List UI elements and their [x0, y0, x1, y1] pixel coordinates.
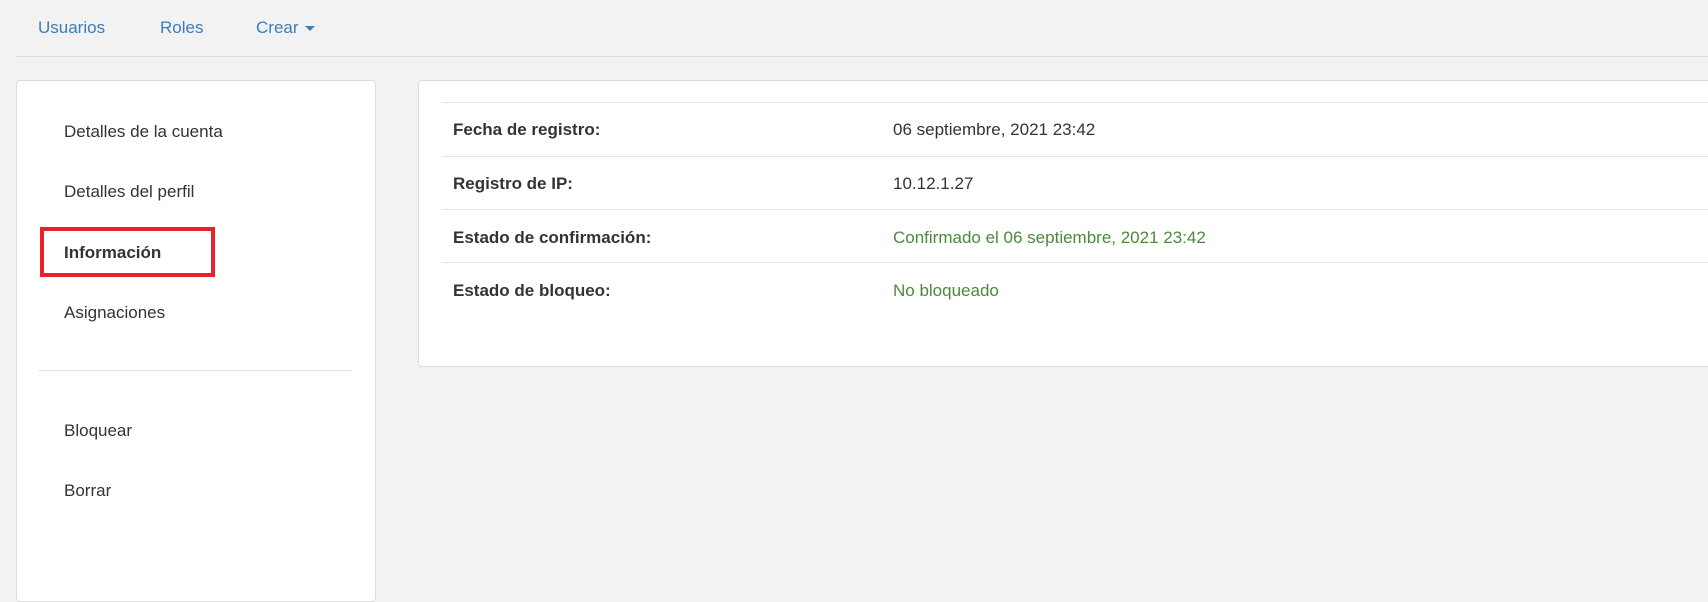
info-row-divider: [442, 262, 1708, 263]
confirmation-status-value: Confirmado el 06 septiembre, 2021 23:42: [893, 228, 1206, 247]
info-row-divider: [442, 156, 1708, 157]
sidebar-item-assignments[interactable]: Asignaciones: [64, 303, 165, 323]
nav-create-label: Crear: [256, 18, 299, 37]
nav-roles-link[interactable]: Roles: [160, 18, 203, 38]
registration-ip-value: 10.12.1.27: [893, 174, 974, 193]
info-row-divider: [442, 209, 1708, 210]
nav-users-link[interactable]: Usuarios: [38, 18, 105, 38]
confirmation-status-label: Estado de confirmación:: [453, 228, 652, 247]
sidebar-item-account-details[interactable]: Detalles de la cuenta: [64, 122, 223, 142]
nav-create-dropdown[interactable]: Crear: [256, 18, 315, 38]
registration-ip-label: Registro de IP:: [453, 174, 573, 193]
highlight-annotation-box: [40, 227, 215, 277]
sidebar-item-delete[interactable]: Borrar: [64, 481, 111, 501]
top-nav: Usuarios Roles Crear: [16, 0, 1708, 57]
block-status-value: No bloqueado: [893, 281, 999, 300]
sidebar-item-profile-details[interactable]: Detalles del perfil: [64, 182, 194, 202]
sidebar-menu: Detalles de la cuenta Detalles del perfi…: [16, 80, 376, 602]
block-status-label: Estado de bloqueo:: [453, 281, 611, 300]
chevron-down-icon: [304, 26, 315, 32]
registration-date-value: 06 septiembre, 2021 23:42: [893, 120, 1096, 139]
registration-date-label: Fecha de registro:: [453, 120, 601, 139]
sidebar-item-block[interactable]: Bloquear: [64, 421, 132, 441]
info-table-top-border: [442, 102, 1708, 103]
sidebar-divider: [38, 370, 352, 371]
